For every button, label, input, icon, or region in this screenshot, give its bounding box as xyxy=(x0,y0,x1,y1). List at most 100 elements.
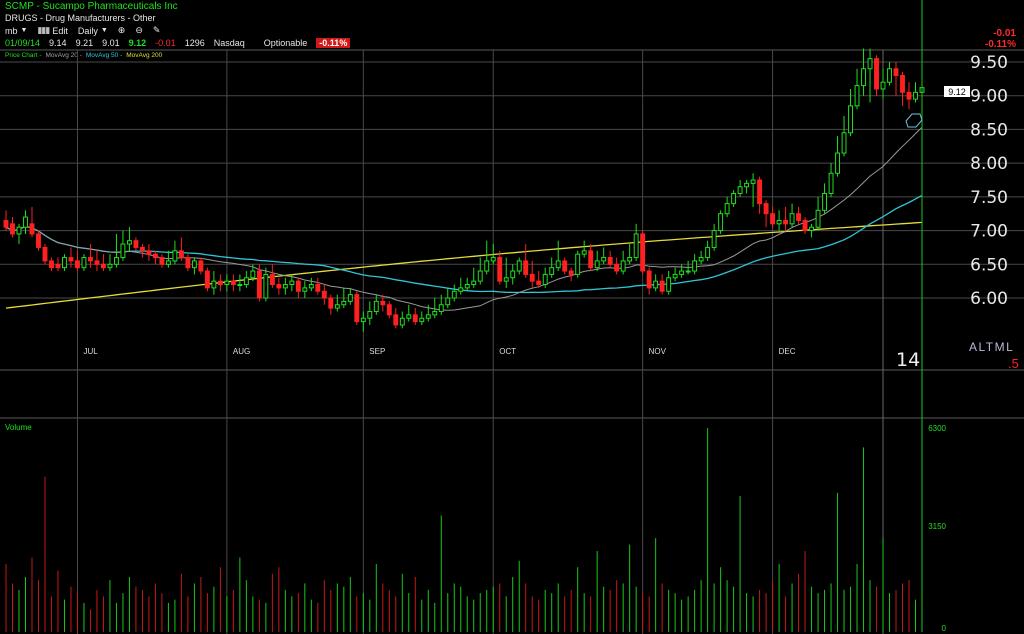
candle-body xyxy=(471,280,477,286)
month-label: AUG xyxy=(233,347,250,356)
candle-body xyxy=(386,304,392,316)
candle-body xyxy=(250,270,256,279)
candle-body xyxy=(159,257,165,265)
candle-body xyxy=(536,280,542,286)
candle-body xyxy=(880,81,886,90)
candle-body xyxy=(913,91,918,100)
candle-body xyxy=(796,213,802,221)
candle-body xyxy=(601,257,607,262)
candle-body xyxy=(419,317,425,323)
y-tick-label: 8.00 xyxy=(970,154,1008,174)
candle-body xyxy=(685,270,691,273)
candle-body xyxy=(237,284,243,287)
candle-body xyxy=(464,284,470,289)
year-marker: 14 xyxy=(896,349,920,371)
alert-marker-icon[interactable] xyxy=(905,113,923,128)
month-label: JUL xyxy=(83,347,98,356)
candle-body xyxy=(360,317,366,323)
candle-body xyxy=(523,260,529,275)
candle-body xyxy=(809,226,815,232)
candle-body xyxy=(295,280,301,292)
month-label: DEC xyxy=(779,347,796,356)
candle-body xyxy=(289,280,295,286)
candle-body xyxy=(341,300,347,306)
candle-body xyxy=(49,260,54,269)
candle-body xyxy=(724,203,730,215)
candle-body xyxy=(763,203,769,215)
candles xyxy=(3,48,925,332)
candle-body xyxy=(29,223,35,235)
candle-body xyxy=(399,317,405,326)
candle-body xyxy=(412,314,418,323)
candle-body xyxy=(848,105,853,134)
y-tick-label: 7.50 xyxy=(970,188,1008,208)
candle-body xyxy=(328,297,334,309)
candle-body xyxy=(315,284,321,292)
moving-averages xyxy=(5,126,923,311)
candle-body xyxy=(263,273,269,299)
month-label: NOV xyxy=(649,347,667,356)
y-tick-label: 9.50 xyxy=(970,53,1008,73)
candle-body xyxy=(256,270,262,299)
candle-body xyxy=(484,260,490,272)
candle-body xyxy=(81,257,87,269)
volume-label: Volume xyxy=(5,423,32,432)
y-tick-label: 7.00 xyxy=(970,222,1008,242)
candle-body xyxy=(490,257,496,262)
candle-body xyxy=(646,270,652,289)
price-volume-chart[interactable]: 9.50 9.00 8.50 8.00 7.50 7.00 6.50 6.00 JUL AUG SE… xyxy=(0,0,1024,634)
candle-body xyxy=(55,263,61,269)
candle-body xyxy=(711,230,717,248)
candle-body xyxy=(672,273,678,279)
candle-body xyxy=(438,304,444,312)
candle-body xyxy=(783,219,789,225)
candle-body xyxy=(458,287,464,292)
ma50-line xyxy=(5,194,923,294)
candle-body xyxy=(510,270,516,279)
candle-body xyxy=(367,310,373,319)
candle-body xyxy=(828,172,834,194)
candle-body xyxy=(854,85,860,107)
candle-body xyxy=(165,260,171,265)
candle-body xyxy=(380,300,386,306)
candle-body xyxy=(230,280,236,286)
candle-body xyxy=(516,260,522,272)
candle-body xyxy=(679,270,685,275)
candle-body xyxy=(867,58,873,70)
candle-body xyxy=(451,290,457,299)
candle-body xyxy=(217,280,223,286)
candle-body xyxy=(146,250,152,255)
candle-body xyxy=(62,257,67,269)
candle-body xyxy=(737,186,743,194)
candle-body xyxy=(620,260,626,272)
last-price-text: 9.12 xyxy=(948,87,966,97)
candle-body xyxy=(653,280,659,289)
candle-body xyxy=(815,209,821,228)
candle-body xyxy=(373,300,379,312)
candle-body xyxy=(425,314,431,319)
candle-body xyxy=(841,132,847,154)
candle-body xyxy=(776,219,782,225)
candle-body xyxy=(497,257,503,282)
candle-body xyxy=(575,253,581,275)
candle-body xyxy=(666,277,672,292)
candle-body xyxy=(406,314,412,319)
candle-body xyxy=(42,246,48,262)
candle-body xyxy=(88,257,93,262)
candle-body xyxy=(172,250,178,262)
candle-body xyxy=(269,273,275,286)
candle-body xyxy=(744,182,750,188)
candle-body xyxy=(36,233,41,248)
candle-body xyxy=(477,270,483,282)
month-label: SEP xyxy=(369,347,385,356)
candle-body xyxy=(568,270,574,275)
candle-body xyxy=(432,310,438,316)
candle-body xyxy=(861,68,866,87)
candle-body xyxy=(705,246,711,259)
candle-body xyxy=(211,280,217,289)
right-tag[interactable]: ALTML xyxy=(969,340,1014,354)
ma200-line xyxy=(5,221,923,309)
candle-body xyxy=(126,240,132,245)
candle-body xyxy=(750,179,756,184)
candle-body xyxy=(542,273,548,286)
